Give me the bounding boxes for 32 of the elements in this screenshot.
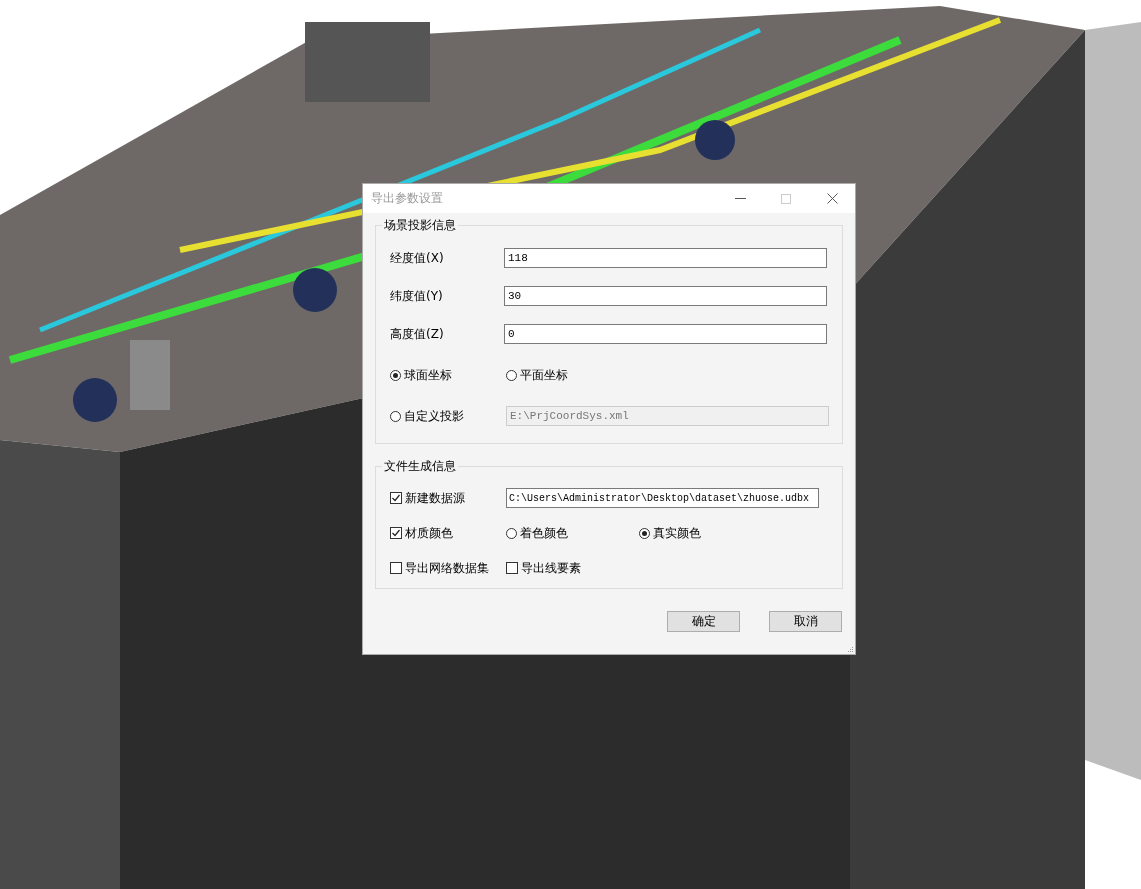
checkbox-icon[interactable]	[390, 562, 402, 574]
minimize-icon[interactable]	[734, 197, 746, 200]
text-field[interactable]: 30	[504, 286, 827, 306]
radio-icon[interactable]	[506, 527, 517, 539]
group-title: 场景投影信息	[383, 217, 457, 234]
field-label: 高度值(Z)	[390, 325, 445, 343]
checkbox-option[interactable]: 材质颜色	[390, 524, 506, 542]
text-field[interactable]: C:\Users\Administrator\Desktop\dataset\zhuose.udbx	[506, 488, 819, 508]
radio-option[interactable]: 平面坐标	[506, 366, 622, 384]
checkbox-option[interactable]: 导出网络数据集	[390, 559, 506, 577]
radio-option[interactable]: 球面坐标	[390, 366, 506, 384]
checkbox-icon[interactable]	[390, 492, 402, 504]
field-label: 经度值(X)	[390, 249, 445, 267]
radio-option[interactable]: 真实颜色	[639, 524, 772, 542]
radio-icon[interactable]	[390, 410, 401, 422]
checkbox-icon[interactable]	[506, 562, 518, 574]
radio-option[interactable]: 着色颜色	[506, 524, 639, 542]
radio-icon[interactable]	[639, 527, 650, 539]
checkbox-icon[interactable]	[390, 527, 402, 539]
radio-icon[interactable]	[390, 369, 401, 381]
checkbox-option[interactable]: 导出线要素	[506, 559, 639, 577]
dialog-button[interactable]: 确定	[667, 611, 740, 632]
text-field[interactable]: 0	[504, 324, 827, 344]
radio-option[interactable]: 自定义投影	[390, 407, 506, 425]
close-icon[interactable]	[826, 193, 838, 204]
text-field[interactable]: 118	[504, 248, 827, 268]
window-title: 导出参数设置	[371, 190, 444, 207]
checkbox-option[interactable]: 新建数据源	[390, 489, 506, 507]
field-label: 纬度值(Y)	[390, 287, 444, 305]
dialog-button[interactable]: 取消	[769, 611, 842, 632]
group-title: 文件生成信息	[383, 458, 457, 475]
radio-icon[interactable]	[506, 369, 517, 381]
